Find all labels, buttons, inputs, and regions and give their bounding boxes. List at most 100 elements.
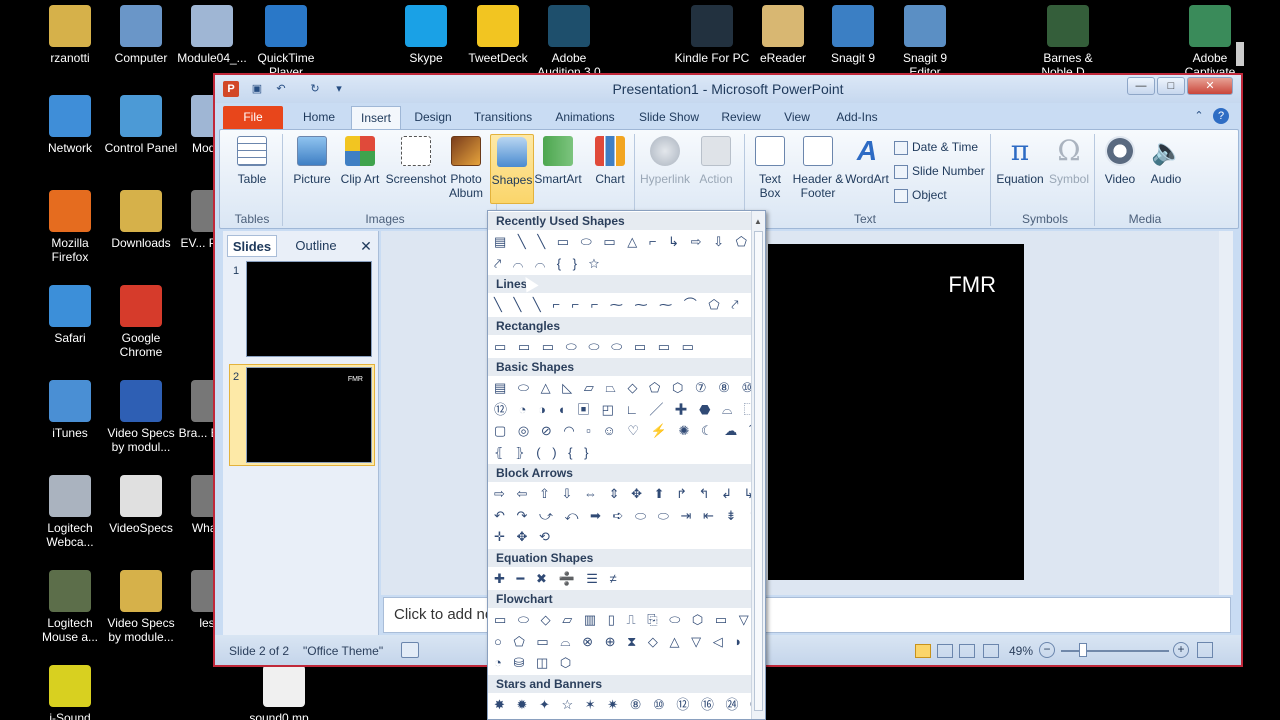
shapes-row[interactable]: ⌇ ⌇ ⌇ ⌇ ⌇ ⌇ xyxy=(494,716,594,719)
desktop-icon[interactable]: Downloads xyxy=(103,190,179,250)
smartart-button[interactable]: SmartArt xyxy=(534,136,582,186)
shapes-row[interactable]: ◔ ⛁ ◫ ⬡ xyxy=(494,653,575,673)
shapes-button[interactable]: Shapes xyxy=(490,134,534,204)
shapes-row[interactable]: ▢ ◎ ⊘ ◠ ▫ ☺ ♡ ⚡ ✺ ☾ ☁ ⌒ xyxy=(494,421,765,441)
shapes-row[interactable]: ▭ ▭ ▭ ⬭ ⬭ ⬭ ▭ ▭ ▭ xyxy=(494,337,698,357)
table-button[interactable]: Table xyxy=(228,136,276,186)
scroll-up-icon[interactable]: ▲ xyxy=(754,217,763,226)
clip-art-button[interactable]: Clip Art xyxy=(340,136,380,186)
tab-outline[interactable]: Outline xyxy=(281,235,351,257)
minimize-button[interactable]: — xyxy=(1127,77,1155,95)
desktop-icon[interactable]: Adobe Audition 3.0 xyxy=(531,5,607,79)
slide-vertical-scrollbar[interactable] xyxy=(1219,231,1233,595)
chart-button[interactable]: Chart xyxy=(590,136,630,186)
minimize-ribbon-icon[interactable]: ⌃ xyxy=(1191,108,1207,124)
shapes-row[interactable]: ▤ ╲ ╲ ▭ ⬭ ▭ △ ⌐ ↳ ⇨ ⇩ ⬠ xyxy=(494,232,751,252)
normal-view-icon[interactable] xyxy=(915,644,931,658)
scroll-thumb[interactable] xyxy=(754,231,763,711)
help-icon[interactable]: ? xyxy=(1213,108,1229,124)
desktop-icon[interactable]: Computer xyxy=(103,5,179,65)
desktop-icon[interactable]: Logitech Webca... xyxy=(32,475,108,549)
desktop-icon[interactable]: Snagit 9 Editor xyxy=(887,5,963,79)
tab-review[interactable]: Review xyxy=(715,106,767,129)
reading-view-icon[interactable] xyxy=(959,644,975,658)
tab-slides[interactable]: Slides xyxy=(227,235,277,257)
desktop-icon[interactable]: eReader xyxy=(745,5,821,65)
tab-insert[interactable]: Insert xyxy=(351,106,401,129)
zoom-out-icon[interactable]: − xyxy=(1039,642,1055,658)
text-box-button[interactable]: Text Box xyxy=(748,136,792,200)
shapes-row[interactable]: ⇨ ⇦ ⇧ ⇩ ⇔ ⇕ ✥ ⬆ ↱ ↰ ↲ ↳ xyxy=(494,484,759,504)
symbol-button[interactable]: Ω Symbol xyxy=(1046,136,1092,187)
desktop-icon[interactable]: Logitech Mouse a... xyxy=(32,570,108,644)
tab-view[interactable]: View xyxy=(775,106,819,129)
shapes-row[interactable]: ⦃ ⦄ ( ) { } xyxy=(494,443,592,463)
zoom-slider-thumb[interactable] xyxy=(1079,643,1087,657)
tab-transitions[interactable]: Transitions xyxy=(467,106,539,129)
desktop-scrollbar[interactable] xyxy=(1236,42,1244,66)
desktop-icon[interactable]: Video Specs by modul... xyxy=(103,380,179,454)
shapes-gallery-scrollbar[interactable]: ▲ xyxy=(751,211,765,719)
spell-check-icon[interactable] xyxy=(401,642,419,658)
desktop-icon[interactable]: Module04_... xyxy=(174,5,250,65)
wordart-button[interactable]: A WordArt xyxy=(842,136,892,187)
tab-file[interactable]: File xyxy=(223,106,283,129)
close-button[interactable]: ✕ xyxy=(1187,77,1233,95)
desktop-icon[interactable]: QuickTime Player xyxy=(248,5,324,79)
title-bar[interactable]: P ▣ ↶ ↻ ▾ Presentation1 - Microsoft Powe… xyxy=(215,75,1241,103)
shapes-row[interactable]: ✚ ━ ✖ ➗ ☰ ≠ xyxy=(494,569,621,589)
date-time-button[interactable]: Date & Time xyxy=(894,138,978,156)
slide-text[interactable]: FMR xyxy=(948,272,996,298)
tab-slide-show[interactable]: Slide Show xyxy=(631,106,707,129)
header-footer-button[interactable]: Header & Footer xyxy=(790,136,846,200)
video-button[interactable]: Video xyxy=(1098,136,1142,186)
tab-design[interactable]: Design xyxy=(407,106,459,129)
shapes-row[interactable]: ╲ ╲ ╲ ⌐ ⌐ ⌐ ⁓ ⁓ ⁓ ⌒ ⬠ ⤤ xyxy=(494,295,743,315)
desktop-icon[interactable]: Kindle For PC xyxy=(674,5,750,65)
slide-1-thumbnail[interactable] xyxy=(246,261,372,357)
current-slide[interactable]: FMR xyxy=(768,244,1024,580)
desktop-icon[interactable]: TweetDeck xyxy=(460,5,536,65)
desktop-icon[interactable]: Video Specs by module... xyxy=(103,570,179,644)
tab-home[interactable]: Home xyxy=(293,106,345,129)
panel-close-icon[interactable]: ✕ xyxy=(357,235,375,257)
slide-show-icon[interactable] xyxy=(983,644,999,658)
desktop-icon[interactable]: Snagit 9 xyxy=(815,5,891,65)
zoom-in-icon[interactable]: + xyxy=(1173,642,1189,658)
desktop-icon[interactable]: Skype xyxy=(388,5,464,65)
slide-2-thumbnail[interactable]: FMR xyxy=(246,367,372,463)
shapes-row[interactable]: ✸ ✹ ✦ ☆ ✶ ✷ ⑧ ⑩ ⑫ ⑯ ㉔ ㉜ xyxy=(494,695,765,715)
maximize-button[interactable]: □ xyxy=(1157,77,1185,95)
desktop-icon[interactable]: Mozilla Firefox xyxy=(32,190,108,264)
shapes-row[interactable]: ⤤ ⌒ ⌒ { } ☆ xyxy=(494,254,603,274)
slide-number-button[interactable]: Slide Number xyxy=(894,162,985,180)
desktop-icon[interactable]: sound0.mp... xyxy=(246,665,322,720)
shapes-row[interactable]: ⑫ ◔ ◑ ◖ ▣ ◰ ∟ ╱ ✚ ⬣ ⌓ ⬚ xyxy=(494,400,761,420)
shapes-row[interactable]: ▭ ⬭ ◇ ▱ ▥ ▯ ⎍ ⎘ ⬭ ⬡ ▭ ▽ xyxy=(494,610,753,630)
action-button[interactable]: Action xyxy=(694,136,738,186)
desktop-icon[interactable]: Barnes & Noble D... xyxy=(1030,5,1106,79)
shapes-row[interactable]: ↶ ↷ ⤻ ⤺ ➡ ➪ ⬭ ⬭ ⇥ ⇤ ⇟ ⇞ xyxy=(494,506,763,526)
fit-slide-icon[interactable] xyxy=(1197,642,1213,658)
zoom-level[interactable]: 49% xyxy=(1009,644,1033,658)
shapes-row[interactable]: ○ ⬠ ▭ ⌓ ⊗ ⊕ ⧗ ◇ △ ▽ ◁ ◗ xyxy=(494,632,746,652)
zoom-slider[interactable] xyxy=(1061,650,1169,652)
tab-animations[interactable]: Animations xyxy=(547,106,623,129)
object-button[interactable]: Object xyxy=(894,186,947,204)
desktop-icon[interactable]: Network xyxy=(32,95,108,155)
equation-button[interactable]: π Equation xyxy=(994,136,1046,187)
audio-button[interactable]: 🔈 Audio xyxy=(1144,136,1188,186)
desktop-icon[interactable]: rzanotti xyxy=(32,5,108,65)
desktop-icon[interactable]: i-Sound xyxy=(32,665,108,720)
shapes-row[interactable]: ▤ ⬭ △ ◺ ▱ ⏢ ◇ ⬠ ⬡ ⑦ ⑧ ⑩ xyxy=(494,378,757,398)
desktop-icon[interactable]: Control Panel xyxy=(103,95,179,155)
desktop-icon[interactable]: Google Chrome xyxy=(103,285,179,359)
desktop-icon[interactable]: VideoSpecs xyxy=(103,475,179,535)
desktop-icon[interactable]: iTunes xyxy=(32,380,108,440)
photo-album-button[interactable]: Photo Album xyxy=(438,136,494,200)
hyperlink-button[interactable]: Hyperlink xyxy=(638,136,692,186)
picture-button[interactable]: Picture xyxy=(286,136,338,186)
shapes-row[interactable]: ✛ ✥ ⟲ xyxy=(494,527,554,547)
tab-add-ins[interactable]: Add-Ins xyxy=(827,106,887,129)
slide-sorter-icon[interactable] xyxy=(937,644,953,658)
